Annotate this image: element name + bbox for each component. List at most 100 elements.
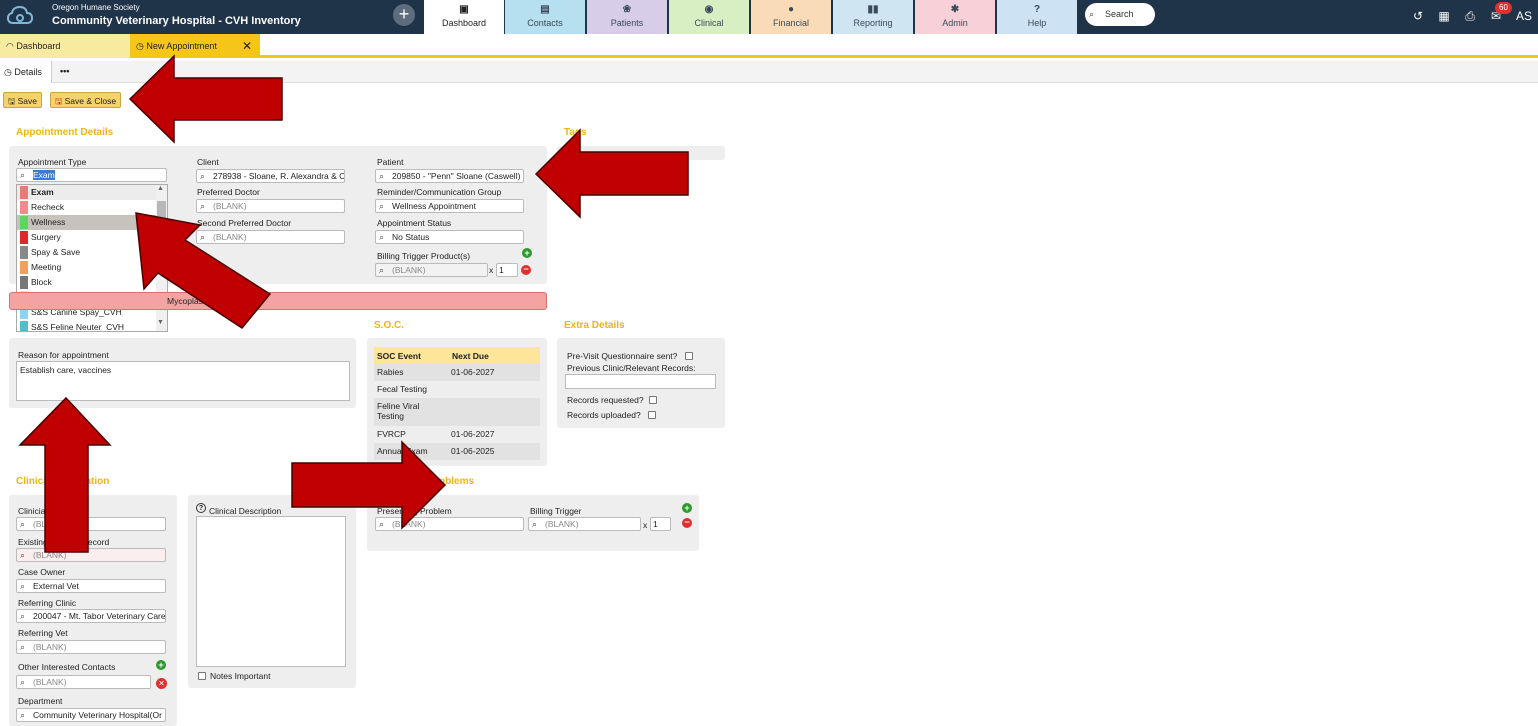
case-owner-input[interactable]: ⌕ External Vet — [16, 579, 166, 593]
search-icon: ⌕ — [379, 519, 385, 529]
type-color-swatch — [20, 276, 28, 289]
help-icon: ? — [1033, 4, 1041, 15]
remove-contact-icon[interactable]: ✕ — [156, 678, 167, 689]
department-input[interactable]: ⌕ Community Veterinary Hospital(Or — [16, 708, 166, 722]
more-options-button[interactable]: ••• — [60, 61, 69, 81]
money-bag-icon: ● — [787, 4, 795, 15]
details-tab[interactable]: ◷ Details — [0, 61, 52, 83]
records-requested-checkbox[interactable] — [649, 396, 657, 404]
appointment-type-option[interactable]: Recheck — [17, 200, 167, 215]
search-icon: ⌕ — [200, 232, 206, 242]
soc-row: Feline Viral Testing — [374, 398, 540, 426]
reason-label: Reason for appointment — [18, 350, 109, 360]
soc-col-due: Next Due — [452, 351, 489, 361]
save-close-icon: 🖫 — [55, 96, 63, 106]
tab-patients[interactable]: ❀ Patients — [587, 0, 667, 34]
other-contacts-input[interactable]: ⌕ (BLANK) — [16, 675, 151, 689]
problem-billing-input[interactable]: ⌕ (BLANK) — [528, 517, 641, 531]
scrollbar-thumb[interactable] — [157, 201, 166, 231]
calculator-icon[interactable]: ▦ — [1436, 8, 1452, 24]
referring-vet-input[interactable]: ⌕ (BLANK) — [16, 640, 166, 654]
history-icon[interactable]: ↺ — [1410, 8, 1426, 24]
printer-icon[interactable]: ⎙ — [1462, 8, 1478, 24]
appointment-type-option[interactable]: Spay & Save — [17, 245, 167, 260]
notes-important-checkbox[interactable] — [198, 672, 206, 680]
dashboard-small-icon: ◠ — [6, 41, 14, 51]
billing-quantity-input[interactable]: 1 — [496, 263, 518, 277]
option-label: Spay & Save — [31, 247, 81, 257]
option-label: Wellness — [31, 217, 66, 227]
remove-billing-icon[interactable]: − — [521, 265, 531, 275]
search-icon: ⌕ — [200, 201, 206, 211]
referring-clinic-label: Referring Clinic — [18, 598, 77, 608]
reason-textarea[interactable]: Establish care, vaccines — [16, 361, 350, 401]
reminder-group-input[interactable]: ⌕ Wellness Appointment — [375, 199, 524, 213]
alert-bar: Mycoplasm — [9, 292, 547, 310]
bar-chart-icon: ▮▮ — [867, 4, 879, 15]
user-avatar[interactable]: AS — [1516, 5, 1538, 27]
soc-col-event: SOC Event — [377, 351, 421, 361]
doctab-new-appointment[interactable]: ◷ New Appointment ✕ — [130, 34, 260, 58]
global-search-button[interactable]: ⌕ Search — [1085, 3, 1155, 26]
soc-row: Rabies 01-06-2027 — [374, 364, 540, 381]
previsit-checkbox[interactable] — [685, 352, 693, 360]
presenting-problem-input[interactable]: ⌕ (BLANK) — [375, 517, 524, 531]
tab-help[interactable]: ? Help — [997, 0, 1077, 34]
save-icon: 🖫 — [8, 96, 16, 106]
add-contact-icon[interactable]: + — [156, 660, 166, 670]
add-new-button[interactable]: + — [393, 4, 415, 26]
tab-contacts[interactable]: ▤ Contacts — [505, 0, 585, 34]
soc-heading: S.O.C. — [374, 320, 405, 331]
search-icon: ⌕ — [20, 581, 26, 591]
doctab-dashboard[interactable]: ◠ Dashboard — [0, 34, 130, 58]
search-icon: ⌕ — [20, 611, 26, 621]
close-tab-icon[interactable]: ✕ — [242, 34, 252, 58]
appointment-type-option[interactable]: Wellness — [17, 215, 167, 230]
scroll-up-icon[interactable]: ▲ — [157, 185, 164, 192]
clinical-description-textarea[interactable] — [196, 516, 346, 667]
case-owner-label: Case Owner — [18, 567, 66, 577]
preferred-doctor-input[interactable]: ⌕ (BLANK) — [196, 199, 345, 213]
appointment-status-input[interactable]: ⌕ No Status — [375, 230, 524, 244]
clinician-input[interactable]: ⌕ (BLANK) — [16, 517, 166, 531]
appointment-type-input[interactable]: ⌕ Exam — [16, 168, 167, 182]
search-icon: ⌕ — [200, 171, 206, 181]
appointment-type-option[interactable]: Block — [17, 275, 167, 290]
second-doctor-input[interactable]: ⌕ (BLANK) — [196, 230, 345, 244]
appointment-type-option[interactable]: Meeting — [17, 260, 167, 275]
scroll-down-icon[interactable]: ▼ — [157, 319, 164, 326]
existing-input[interactable]: ⌕ (BLANK) — [16, 548, 166, 562]
appointment-type-option[interactable]: Exam — [17, 185, 167, 200]
clinical-description-label: Clinical Description — [209, 506, 282, 516]
option-label: Recheck — [31, 202, 65, 212]
tags-panel[interactable] — [557, 146, 725, 160]
patient-input[interactable]: ⌕ 209850 - "Penn" Sloane (Caswell) — [375, 169, 524, 183]
client-input[interactable]: ⌕ 278938 - Sloane, R. Alexandra & C — [196, 169, 345, 183]
tab-dashboard[interactable]: ▣ Dashboard — [424, 0, 504, 34]
appointment-type-label: Appointment Type — [18, 157, 87, 167]
mail-count-badge: 60 — [1495, 2, 1512, 14]
soc-row: FVRCP 01-06-2027 — [374, 426, 540, 443]
clinician-label: Clinician — [18, 506, 51, 516]
problem-quantity-input[interactable]: 1 — [650, 517, 671, 531]
add-billing-icon[interactable]: + — [522, 248, 532, 258]
records-uploaded-checkbox[interactable] — [648, 411, 656, 419]
prev-clinic-input[interactable] — [565, 374, 716, 389]
document-tabs: ◠ Dashboard ◷ New Appointment ✕ — [0, 34, 1538, 58]
soc-next-due: 01-06-2027 — [451, 367, 495, 377]
info-icon[interactable]: ? — [196, 503, 206, 513]
appointment-type-option[interactable]: S&S Feline Neuter_CVH — [17, 320, 167, 331]
tab-reporting[interactable]: ▮▮ Reporting — [833, 0, 913, 34]
add-problem-icon[interactable]: + — [682, 503, 692, 513]
tab-clinical[interactable]: ◉ Clinical — [669, 0, 749, 34]
save-button[interactable]: 🖫 Save — [3, 92, 42, 108]
referring-clinic-input[interactable]: ⌕ 200047 - Mt. Tabor Veterinary Care — [16, 609, 166, 623]
tab-financial[interactable]: ● Financial — [751, 0, 831, 34]
billing-trigger-input[interactable]: ⌕ (BLANK) — [375, 263, 488, 277]
tab-admin[interactable]: ✱ Admin — [915, 0, 995, 34]
save-close-button[interactable]: 🖫 Save & Close — [50, 92, 122, 108]
soc-event: Annual Exam — [377, 446, 428, 456]
remove-problem-icon[interactable]: − — [682, 518, 692, 528]
app-title: Community Veterinary Hospital - CVH Inve… — [52, 15, 301, 27]
appointment-type-option[interactable]: Surgery — [17, 230, 167, 245]
